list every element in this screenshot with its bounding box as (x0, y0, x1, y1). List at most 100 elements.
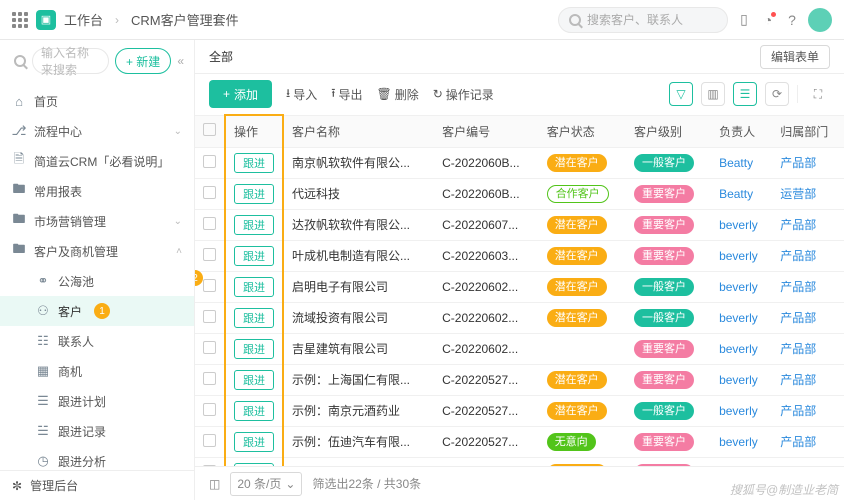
sidebar-item-首页[interactable]: ⌂首页 (0, 86, 194, 116)
table-row[interactable]: 跟进流域投资有限公司C-20220602...潜在客户一般客户beverly产品… (195, 302, 844, 333)
avatar[interactable] (808, 8, 832, 32)
sidebar-item-联系人[interactable]: ☷联系人 (0, 326, 194, 356)
sidebar-item-跟进计划[interactable]: ☰跟进计划 (0, 386, 194, 416)
cell-owner: Beatty (711, 178, 772, 209)
follow-button[interactable]: 跟进 (234, 215, 274, 235)
columns-icon[interactable]: ▥ (701, 82, 725, 106)
cell-name: 叶成机电制造有限公... (283, 240, 434, 271)
col-6[interactable]: 负责人 (711, 115, 772, 147)
col-5[interactable]: 客户级别 (626, 115, 711, 147)
follow-button[interactable]: 跟进 (234, 277, 274, 297)
bell-icon[interactable]: ◔ (760, 12, 776, 28)
refresh-icon[interactable]: ⟳ (765, 82, 789, 106)
table-row[interactable]: 跟进南京帆软软件有限公...C-2022060B...潜在客户一般客户Beatt… (195, 147, 844, 178)
sidebar-item-商机[interactable]: ▦商机 (0, 356, 194, 386)
delete-button[interactable]: 🗑删除 (376, 86, 418, 103)
sidebar-footer[interactable]: ✼管理后台 (0, 470, 194, 500)
cell-level: 一般客户 (626, 271, 711, 302)
new-button[interactable]: + 新建 (115, 48, 171, 74)
row-checkbox[interactable] (203, 434, 216, 447)
table-row[interactable]: 跟进示例：伍迪汽车有限...C-20220527...无意向重要客户beverl… (195, 426, 844, 457)
follow-button[interactable]: 跟进 (234, 432, 274, 452)
sidebar-item-客户及商机管理[interactable]: 🖿客户及商机管理˄ (0, 236, 194, 266)
folder-icon: 🖿 (12, 184, 26, 198)
row-checkbox[interactable] (203, 279, 216, 292)
col-4[interactable]: 客户状态 (539, 115, 626, 147)
follow-button[interactable]: 跟进 (234, 370, 274, 390)
row-checkbox[interactable] (203, 465, 216, 467)
col-1[interactable]: 操作 (225, 115, 283, 147)
follow-button[interactable]: 跟进 (234, 246, 274, 266)
row-checkbox[interactable] (203, 372, 216, 385)
view-title[interactable]: 全部 (209, 48, 233, 65)
follow-button[interactable]: 跟进 (234, 463, 274, 467)
cell-status: 潜在客户 (539, 457, 626, 466)
sidebar-item-流程中心[interactable]: ⎇流程中心 (0, 116, 194, 146)
edit-form-button[interactable]: 编辑表单 (760, 45, 830, 69)
table-row[interactable]: 跟进叶成机电制造有限公...C-20220603...潜在客户重要客户bever… (195, 240, 844, 271)
table-row[interactable]: 跟进启明电子有限公司C-20220602...潜在客户一般客户beverly产品… (195, 271, 844, 302)
apps-icon[interactable] (12, 12, 28, 28)
cell-dept: 产品部 (772, 364, 844, 395)
table-row[interactable]: 跟进示例：上海国仁有限...C-20220527...潜在客户重要客户bever… (195, 364, 844, 395)
fullscreen-icon[interactable]: ⛶ (806, 82, 830, 106)
sidebar-item-跟进记录[interactable]: ☱跟进记录 (0, 416, 194, 446)
sidebar-item-市场营销管理[interactable]: 🖿市场营销管理 (0, 206, 194, 236)
follow-button[interactable]: 跟进 (234, 308, 274, 328)
checkbox-all[interactable] (203, 123, 216, 136)
breadcrumb-workspace[interactable]: 工作台 (64, 10, 103, 29)
chart-icon[interactable]: ◫ (209, 477, 220, 491)
add-button[interactable]: +添加 (209, 80, 272, 108)
row-checkbox[interactable] (203, 217, 216, 230)
follow-button[interactable]: 跟进 (234, 184, 274, 204)
col-3[interactable]: 客户编号 (434, 115, 539, 147)
sidebar-item-公海池[interactable]: ⚭公海池 (0, 266, 194, 296)
cell-code: C-20220527... (434, 364, 539, 395)
download-icon: ⭳ (286, 84, 290, 105)
row-checkbox[interactable] (203, 341, 216, 354)
cell-level: 重要客户 (626, 364, 711, 395)
help-icon[interactable]: ? (784, 12, 800, 28)
follow-button[interactable]: 跟进 (234, 401, 274, 421)
sidebar: 输入名称来搜索 + 新建 « ⌂首页⎇流程中心🗎简道云CRM「必看说明」🖿常用报… (0, 40, 195, 500)
table-row[interactable]: 跟进示例：南京元酒药业C-20220527...潜在客户一般客户beverly产… (195, 395, 844, 426)
follow-button[interactable]: 跟进 (234, 339, 274, 359)
table-row[interactable]: 跟进吉星建筑有限公司C-20220602...重要客户beverly产品部 (195, 333, 844, 364)
breadcrumb-app[interactable]: CRM客户管理套件 (131, 10, 239, 29)
col-7[interactable]: 归属部门 (772, 115, 844, 147)
cell-code: C-20220602... (434, 333, 539, 364)
col-0[interactable] (195, 115, 225, 147)
row-checkbox[interactable] (203, 403, 216, 416)
row-checkbox[interactable] (203, 248, 216, 261)
col-2[interactable]: 客户名称 (283, 115, 434, 147)
cell-owner: beverly (711, 333, 772, 364)
filter-icon[interactable]: ▽ (669, 82, 693, 106)
sidebar-item-跟进分析[interactable]: ◷跟进分析 (0, 446, 194, 470)
cell-status: 潜在客户 (539, 147, 626, 178)
sidebar-item-常用报表[interactable]: 🖿常用报表 (0, 176, 194, 206)
page-size-select[interactable]: 20 条/页⌄ (230, 472, 302, 496)
oplog-button[interactable]: ↻操作记录 (433, 86, 494, 103)
row-checkbox[interactable] (203, 186, 216, 199)
row-checkbox[interactable] (203, 155, 216, 168)
cell-dept: 产品部 (772, 395, 844, 426)
book-icon[interactable]: ▯ (736, 12, 752, 28)
global-search[interactable]: 搜索客户、联系人 (558, 7, 728, 33)
table-row[interactable]: 跟进达孜帆软软件有限公...C-20220607...潜在客户重要客户bever… (195, 209, 844, 240)
export-button[interactable]: ⭱导出 (331, 84, 362, 105)
table-row[interactable]: 跟进代远科技C-2022060B...合作客户重要客户Beatty运营部 (195, 178, 844, 209)
import-button[interactable]: ⭳导入 (286, 84, 317, 105)
follow-button[interactable]: 跟进 (234, 153, 274, 173)
cell-dept: 产品部 (772, 240, 844, 271)
settings-icon[interactable]: ☰ (733, 82, 757, 106)
cell-level: 一般客户 (626, 302, 711, 333)
sidebar-item-客户[interactable]: ⚇客户1 (0, 296, 194, 326)
table-row[interactable]: 跟进示例：威创信息科技...C-20220527...潜在客户重要客户bever… (195, 457, 844, 466)
collapse-icon[interactable]: « (177, 54, 184, 68)
toolbar: +添加 ⭳导入 ⭱导出 🗑删除 ↻操作记录 ▽ ▥ ☰ ⟳ ⛶ (195, 74, 844, 114)
briefcase-icon: ▦ (36, 364, 50, 378)
sidebar-search[interactable]: 输入名称来搜索 (32, 48, 109, 74)
row-checkbox[interactable] (203, 310, 216, 323)
contacts-icon: ☷ (36, 334, 50, 348)
sidebar-item-简道云CRM「必看说明」[interactable]: 🗎简道云CRM「必看说明」 (0, 146, 194, 176)
